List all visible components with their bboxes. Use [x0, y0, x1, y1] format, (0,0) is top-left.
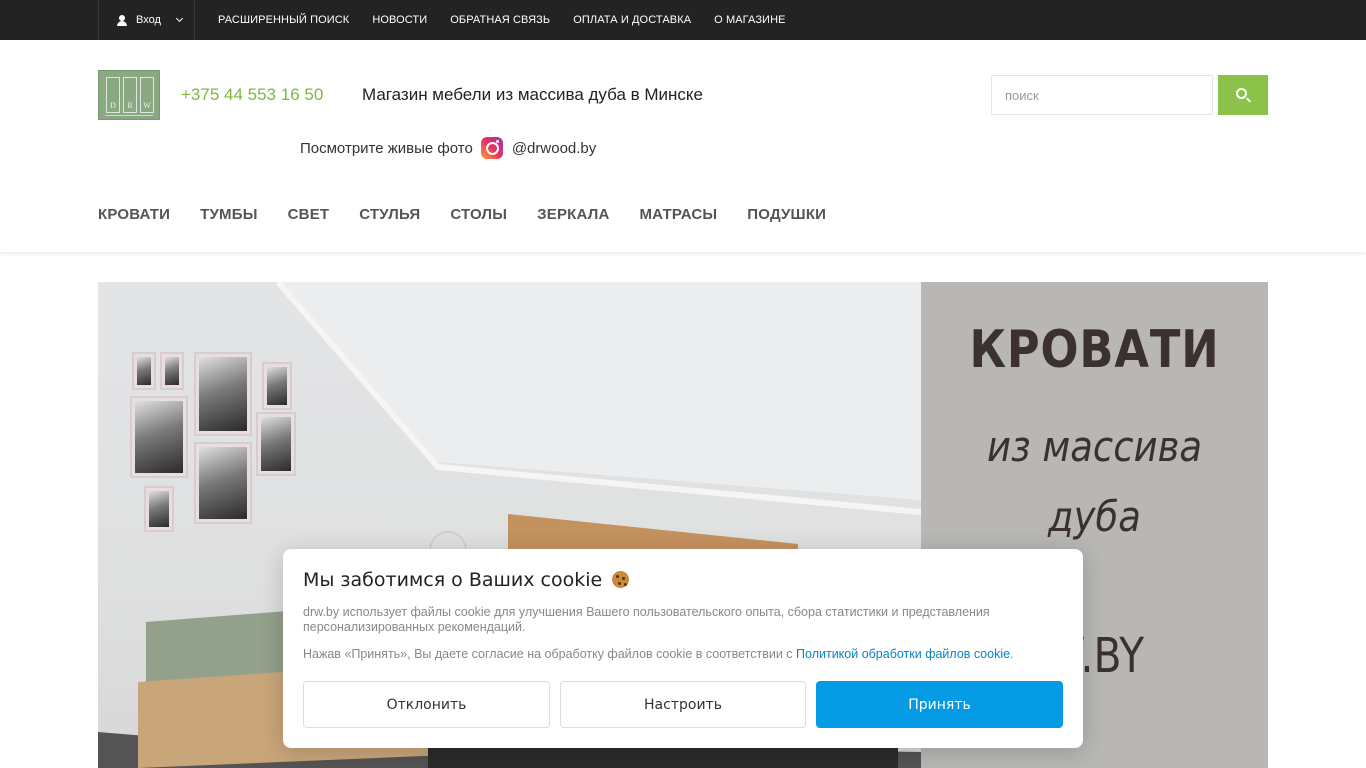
main-nav-beds[interactable]: КРОВАТИ	[98, 206, 170, 223]
cookie-consent-dialog: Мы заботимся о Ваших cookie drw.by испол…	[283, 549, 1083, 748]
instagram-handle[interactable]: @drwood.by	[512, 140, 596, 157]
banner-subheading-2: дуба	[1048, 492, 1141, 541]
cookie-description: drw.by использует файлы cookie для улучш…	[303, 605, 990, 634]
chevron-down-icon	[175, 14, 184, 23]
wall-photo-frame	[132, 352, 156, 390]
main-nav-mattresses[interactable]: МАТРАСЫ	[639, 206, 717, 223]
instagram-promo: Посмотрите живые фото @drwood.by	[300, 137, 596, 159]
wall-photo-frame	[160, 352, 184, 390]
cookie-icon	[612, 571, 630, 588]
decline-button[interactable]: Отклонить	[303, 681, 550, 728]
search-icon	[1236, 88, 1247, 99]
login-dropdown[interactable]: Вход	[98, 0, 195, 40]
logo-letter: R	[123, 77, 137, 113]
cookie-consent-prefix: Нажав «Принять», Вы даете согласие на об…	[303, 647, 793, 661]
user-icon	[117, 14, 127, 26]
top-nav-news[interactable]: НОВОСТИ	[372, 14, 427, 26]
wall-photo-frame	[256, 412, 296, 476]
cookie-title: Мы заботимся о Ваших cookie	[303, 569, 630, 591]
instagram-icon[interactable]	[480, 137, 503, 159]
wall-photo-frame	[194, 442, 252, 524]
top-nav-about[interactable]: О МАГАЗИНЕ	[714, 14, 785, 26]
logo-underline	[105, 115, 153, 116]
wall-photo-frame	[262, 362, 292, 410]
instagram-prefix: Посмотрите живые фото	[300, 139, 473, 157]
logo-letter: D	[106, 77, 120, 113]
search-input[interactable]	[991, 75, 1213, 115]
top-nav-payment-delivery[interactable]: ОПЛАТА И ДОСТАВКА	[573, 14, 691, 26]
cookie-consent-suffix: .	[1010, 647, 1014, 661]
wall-photo-frame	[194, 352, 252, 436]
main-nav-nightstands[interactable]: ТУМБЫ	[200, 206, 257, 223]
main-nav-tables[interactable]: СТОЛЫ	[450, 206, 507, 223]
cookie-title-text: Мы заботимся о Ваших cookie	[303, 569, 603, 591]
logo-letter: W	[140, 77, 154, 113]
main-nav-lighting[interactable]: СВЕТ	[288, 206, 330, 223]
top-nav-feedback[interactable]: ОБРАТНАЯ СВЯЗЬ	[450, 14, 550, 26]
search-button[interactable]	[1218, 75, 1268, 115]
wall-photo-frame	[144, 486, 174, 532]
configure-button[interactable]: Настроить	[560, 681, 806, 728]
banner-subheading: из массива	[986, 422, 1203, 471]
store-tagline: Магазин мебели из массива дуба в Минске	[362, 85, 704, 104]
top-nav: РАСШИРЕННЫЙ ПОИСК НОВОСТИ ОБРАТНАЯ СВЯЗЬ…	[218, 0, 809, 40]
site-header: D R W +375 44 553 16 50 Магазин мебели и…	[0, 40, 1366, 252]
banner-heading: КРОВАТИ	[969, 320, 1220, 380]
cookie-consent-text: Нажав «Принять», Вы даете согласие на об…	[303, 647, 1073, 661]
main-nav-mirrors[interactable]: ЗЕРКАЛА	[537, 206, 609, 223]
main-nav-chairs[interactable]: СТУЛЬЯ	[359, 206, 420, 223]
cookie-policy-link[interactable]: Политикой обработки файлов cookie	[796, 647, 1010, 661]
main-nav-pillows[interactable]: ПОДУШКИ	[747, 206, 826, 223]
top-nav-advanced-search[interactable]: РАСШИРЕННЫЙ ПОИСК	[218, 14, 349, 26]
accept-button[interactable]: Принять	[816, 681, 1063, 728]
site-logo[interactable]: D R W	[98, 70, 160, 120]
main-nav: КРОВАТИ ТУМБЫ СВЕТ СТУЛЬЯ СТОЛЫ ЗЕРКАЛА …	[98, 206, 856, 223]
wall-photo-frame	[130, 396, 188, 478]
phone-number[interactable]: +375 44 553 16 50	[181, 85, 323, 105]
login-label: Вход	[136, 14, 161, 26]
top-bar: Вход РАСШИРЕННЫЙ ПОИСК НОВОСТИ ОБРАТНАЯ …	[0, 0, 1366, 40]
